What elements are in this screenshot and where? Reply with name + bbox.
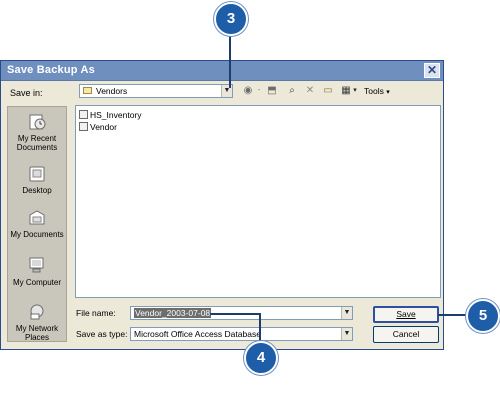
callout-3: 3 [214, 2, 248, 36]
save-as-type-value: Microsoft Office Access Database [134, 329, 261, 339]
chevron-down-icon[interactable]: ▼ [341, 328, 352, 340]
place-my-computer[interactable]: My Computer [8, 257, 66, 287]
new-folder-icon: ▭ [323, 85, 333, 96]
chevron-down-icon: ▾ [386, 89, 390, 96]
chevron-down-icon: - [257, 87, 261, 94]
back-dropdown[interactable]: - [255, 85, 263, 97]
file-list[interactable]: HS_Inventory Vendor [75, 105, 441, 298]
save-in-label: Save in: [10, 88, 43, 98]
page: Save Backup As ✕ Save in: Vendors ▼ ◉ - … [0, 0, 500, 403]
callout-5: 5 [466, 299, 500, 333]
callout-3-leader [229, 32, 231, 88]
callout-3-number: 3 [226, 10, 236, 27]
delete-button[interactable]: ✕ [303, 85, 317, 97]
place-label: My Computer [12, 278, 61, 287]
search-web-button[interactable]: ⌕ [285, 85, 299, 97]
cancel-button[interactable]: Cancel [373, 326, 439, 343]
delete-icon: ✕ [305, 85, 315, 96]
place-desktop[interactable]: Desktop [8, 165, 66, 195]
desktop-icon [27, 165, 47, 183]
close-icon: ✕ [426, 63, 438, 77]
database-file-icon [79, 110, 88, 119]
file-name: HS_Inventory [90, 110, 142, 120]
place-label: My Documents [10, 230, 64, 239]
up-folder-icon: ⬒ [267, 85, 277, 96]
network-places-icon [27, 303, 47, 321]
save-button[interactable]: Save [373, 306, 439, 323]
callout-4: 4 [244, 341, 278, 375]
callout-4-number: 4 [256, 349, 266, 366]
chevron-down-icon: ▾ [353, 87, 357, 94]
save-as-type-label: Save as type: [76, 329, 128, 339]
chevron-down-icon[interactable]: ▼ [341, 307, 352, 319]
folder-icon [83, 87, 92, 94]
title-bar: Save Backup As ✕ [1, 61, 443, 81]
views-dropdown[interactable]: ▾ [351, 85, 359, 97]
back-icon: ◉ [243, 85, 253, 96]
recent-docs-icon [27, 113, 47, 131]
place-my-recent-documents[interactable]: My Recent Documents [8, 113, 66, 152]
list-item[interactable]: HS_Inventory [79, 110, 142, 121]
save-in-dropdown[interactable]: Vendors ▼ [79, 84, 233, 98]
callout-5-leader [438, 314, 468, 316]
my-computer-icon [27, 257, 47, 275]
save-in-value: Vendors [96, 86, 128, 96]
file-name: Vendor [90, 122, 117, 132]
tools-label: Tools [364, 86, 384, 96]
place-my-documents[interactable]: My Documents [8, 209, 66, 239]
list-item[interactable]: Vendor [79, 122, 117, 133]
callout-4-leader-horizontal [210, 313, 260, 315]
views-icon: ▦ [341, 85, 351, 96]
file-name-label: File name: [76, 308, 116, 318]
place-label: My Network Places [15, 324, 59, 342]
places-bar: My Recent Documents Desktop My Documents… [7, 106, 67, 342]
callout-4-leader-vertical [259, 313, 261, 341]
database-file-icon [79, 122, 88, 131]
place-my-network-places[interactable]: My Network Places [8, 303, 66, 342]
toolbar: ◉ - ⬒ ⌕ ✕ ▭ ▦ ▾ Tools ▾ [241, 83, 441, 99]
callout-5-number: 5 [478, 307, 488, 324]
save-button-label: Save [396, 309, 416, 319]
file-name-value: Vendor_2003-07-08 [134, 308, 212, 318]
close-button[interactable]: ✕ [424, 63, 440, 78]
dialog-title: Save Backup As [7, 64, 95, 76]
up-folder-button[interactable]: ⬒ [265, 85, 279, 97]
save-backup-dialog: Save Backup As ✕ Save in: Vendors ▼ ◉ - … [0, 60, 444, 350]
save-as-type-dropdown[interactable]: Microsoft Office Access Database ▼ [130, 327, 353, 341]
my-documents-icon [27, 209, 47, 227]
search-icon: ⌕ [289, 85, 295, 96]
place-label: Desktop [22, 186, 52, 195]
cancel-button-label: Cancel [392, 329, 420, 339]
tools-menu[interactable]: Tools ▾ [364, 86, 390, 96]
new-folder-button[interactable]: ▭ [321, 85, 335, 97]
place-label: My Recent Documents [16, 134, 58, 152]
back-button[interactable]: ◉ [241, 85, 255, 97]
